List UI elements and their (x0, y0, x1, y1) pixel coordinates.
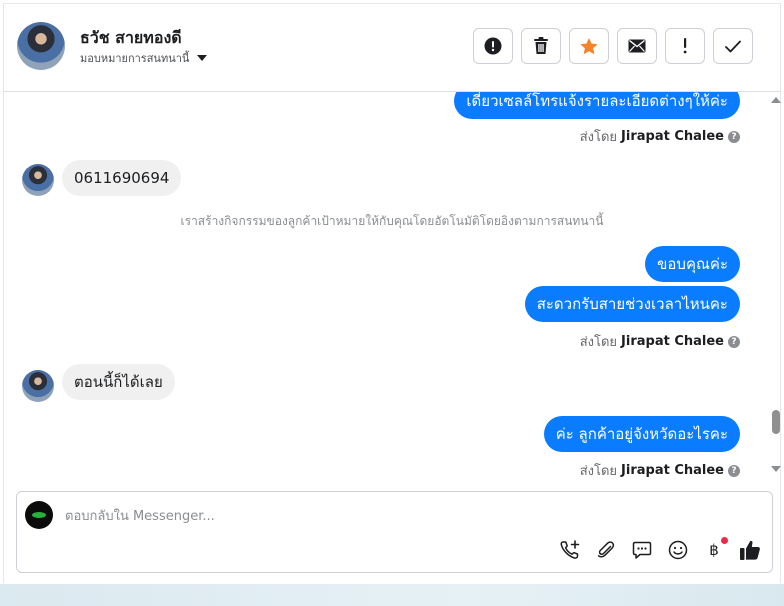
system-message: เราสร้างกิจกรรมของลูกค้าเป้าหมายให้กับคุ… (180, 214, 604, 228)
sent-by-label: ส่งโดย Jirapat Chalee ? (580, 331, 740, 352)
paperclip-icon (597, 541, 615, 558)
payment-button[interactable]: ฿ (702, 537, 728, 562)
agent-name: Jirapat Chalee (621, 334, 724, 349)
phone-plus-icon (560, 540, 580, 559)
scrollbar-thumb[interactable] (772, 410, 780, 434)
sent-by-label: ส่งโดย Jirapat Chalee ? (580, 126, 740, 147)
star-icon (580, 37, 598, 54)
sent-by-prefix: ส่งโดย (579, 464, 618, 479)
envelope-icon (628, 39, 646, 53)
message-bubble-incoming[interactable]: 0611690694 (62, 160, 182, 196)
emoji-icon (668, 540, 688, 560)
checkmark-icon (725, 40, 741, 52)
contact-avatar-small (22, 370, 54, 402)
notification-dot (721, 537, 728, 544)
mark-unread-button[interactable] (617, 28, 657, 64)
thumbs-up-icon (740, 540, 760, 560)
message-thread[interactable]: เดี๋ยวเซลล์โทรแจ้งรายละเอียดต่างๆให้ค่ะ … (4, 92, 780, 485)
message-bubble-outgoing[interactable]: เดี๋ยวเซลล์โทรแจ้งรายละเอียดต่างๆให้ค่ะ (454, 92, 740, 119)
page-background-strip (0, 584, 784, 606)
help-icon[interactable]: ? (728, 335, 740, 348)
help-icon[interactable]: ? (728, 464, 740, 477)
contact-avatar-small (22, 164, 54, 196)
reply-input[interactable] (65, 506, 745, 526)
contact-name[interactable]: ธวัช สายทองดี (80, 26, 182, 51)
message-bubble-outgoing[interactable]: สะดวกรับสายช่วงเวลาไหนคะ (524, 286, 740, 322)
saved-replies-button[interactable] (630, 538, 654, 562)
conversation-header: ธวัช สายทองดี มอบหมายการสนทนานี้ (3, 3, 781, 92)
sent-by-prefix: ส่งโดย (579, 335, 618, 350)
page-avatar (25, 501, 53, 529)
follow-up-button[interactable] (665, 28, 705, 64)
caret-down-icon (197, 55, 208, 61)
sent-by-prefix: ส่งโดย (579, 130, 618, 145)
attach-button[interactable] (594, 538, 618, 562)
agent-name: Jirapat Chalee (621, 463, 724, 478)
message-bubble-outgoing[interactable]: ขอบคุณค่ะ (645, 246, 740, 282)
assign-label: มอบหมายการสนทนานี้ (80, 52, 190, 65)
baht-icon: ฿ (709, 541, 719, 559)
mark-done-button[interactable] (713, 28, 753, 64)
contact-avatar[interactable] (17, 22, 65, 70)
trash-icon (534, 37, 548, 54)
emoji-button[interactable] (666, 538, 690, 562)
star-button[interactable] (569, 28, 609, 64)
chat-bubble-icon (632, 541, 652, 559)
call-button[interactable] (558, 538, 582, 562)
sent-by-label: ส่งโดย Jirapat Chalee ? (580, 460, 740, 481)
delete-button[interactable] (521, 28, 561, 64)
agent-name: Jirapat Chalee (621, 129, 724, 144)
assign-conversation-dropdown[interactable]: มอบหมายการสนทนานี้ (80, 49, 208, 67)
scroll-down-arrow-icon[interactable] (771, 466, 781, 472)
reply-composer: ฿ (16, 491, 773, 573)
message-bubble-incoming[interactable]: ตอนนี้ก็ได้เลย (62, 364, 175, 400)
message-bubble-outgoing[interactable]: ค่ะ ลูกค้าอยู่จังหวัดอะไรคะ (543, 416, 740, 452)
exclamation-icon (683, 38, 687, 54)
mark-spam-button[interactable] (473, 28, 513, 64)
like-button[interactable] (738, 538, 762, 562)
help-icon[interactable]: ? (728, 130, 740, 143)
scroll-up-arrow-icon[interactable] (771, 97, 781, 103)
exclamation-circle-icon (484, 37, 502, 55)
